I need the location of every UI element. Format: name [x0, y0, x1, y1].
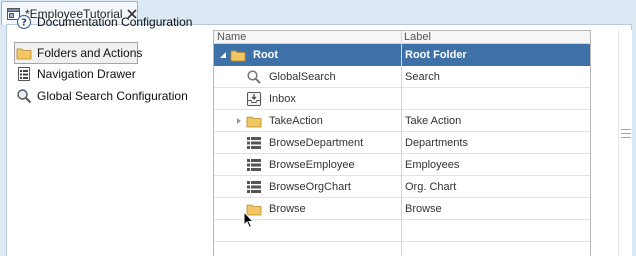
search-icon	[246, 69, 262, 85]
config-item-label: Navigation Drawer	[37, 67, 136, 81]
tree-row-browseemployee[interactable]: BrowseEmployee Employees	[214, 154, 590, 176]
row-label: Browse	[405, 203, 442, 215]
row-label: Employees	[405, 159, 460, 171]
folder-icon	[246, 113, 262, 129]
row-name: BrowseOrgChart	[269, 181, 351, 193]
tree-row-browsedepartment[interactable]: BrowseDepartment Departments	[214, 132, 590, 154]
tree-row-browseorgchart[interactable]: BrowseOrgChart Org. Chart	[214, 176, 590, 198]
table-header: Name Label	[214, 31, 590, 44]
row-label: Departments	[405, 137, 468, 149]
list-view-icon	[246, 157, 262, 173]
config-item-folders-and-actions[interactable]: Folders and Actions	[14, 42, 142, 64]
tree-row-root[interactable]: Root Root Folder	[214, 44, 590, 66]
config-item-documentation[interactable]: ? Documentation Configuration	[14, 11, 199, 33]
collapsed-arrow-icon[interactable]	[234, 116, 244, 126]
folders-tree-table: Name Label Root Root Folder GlobalSearch	[213, 30, 591, 256]
config-item-label: Folders and Actions	[37, 46, 143, 60]
row-name: Inbox	[269, 93, 296, 105]
expanded-arrow-icon[interactable]	[218, 50, 228, 60]
magnifier-icon	[16, 88, 32, 104]
row-label: Search	[405, 71, 440, 83]
vertical-scrollbar[interactable]	[618, 30, 632, 256]
row-name: GlobalSearch	[269, 71, 336, 83]
column-header-name[interactable]: Name	[217, 31, 246, 44]
row-label: Take Action	[405, 115, 462, 127]
config-item-label: Global Search Configuration	[37, 89, 188, 103]
help-icon: ?	[16, 14, 32, 30]
config-item-global-search[interactable]: Global Search Configuration	[14, 85, 204, 107]
row-label: Org. Chart	[405, 181, 457, 193]
empty-row	[214, 220, 590, 242]
folder-icon	[230, 47, 246, 63]
list-view-icon	[246, 179, 262, 195]
row-label: Root Folder	[405, 49, 467, 61]
svg-text:?: ?	[21, 18, 27, 29]
empty-row	[214, 242, 590, 256]
tree-row-takeaction[interactable]: TakeAction Take Action	[214, 110, 590, 132]
scrollbar-grip-icon[interactable]	[621, 126, 631, 140]
tree-row-browse[interactable]: Browse Browse	[214, 198, 590, 220]
list-icon	[16, 66, 32, 82]
config-item-label: Documentation Configuration	[37, 15, 193, 29]
inbox-icon	[246, 91, 262, 107]
row-name: Root	[253, 49, 279, 61]
column-header-label[interactable]: Label	[404, 31, 431, 44]
config-item-navigation-drawer[interactable]: Navigation Drawer	[14, 63, 164, 85]
list-view-icon	[246, 135, 262, 151]
row-name: TakeAction	[269, 115, 323, 127]
row-name: BrowseEmployee	[269, 159, 355, 171]
folder-icon	[16, 45, 32, 61]
row-name: Browse	[269, 203, 306, 215]
tree-row-inbox[interactable]: Inbox	[214, 88, 590, 110]
column-divider	[401, 31, 402, 256]
mouse-pointer-icon	[243, 210, 255, 229]
row-name: BrowseDepartment	[269, 137, 364, 149]
tree-row-globalsearch[interactable]: GlobalSearch Search	[214, 66, 590, 88]
